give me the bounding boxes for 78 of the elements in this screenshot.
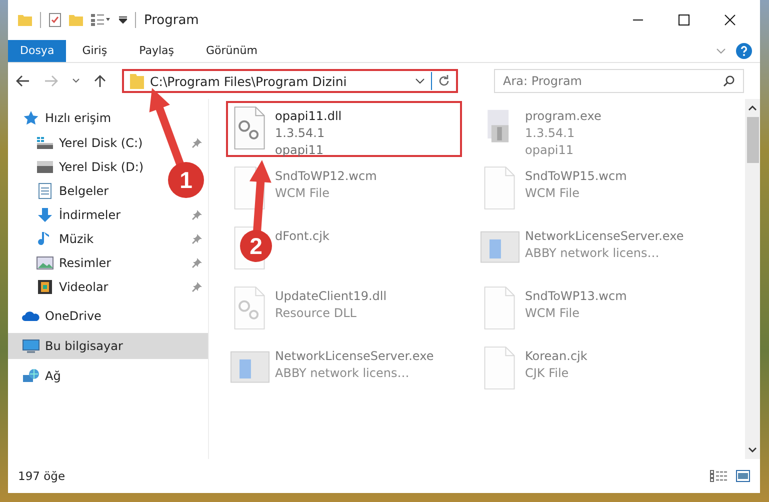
window-title: Program — [144, 12, 199, 28]
download-icon — [36, 207, 54, 223]
film-icon — [36, 279, 54, 295]
file-detail: 1.3.54.1 — [525, 125, 576, 142]
callout-number: 1 — [180, 167, 192, 193]
file-tab[interactable]: Dosya — [8, 40, 66, 62]
callout-number: 2 — [250, 233, 262, 259]
sidebar-item[interactable]: Bu bilgisayar — [8, 333, 208, 359]
sidebar-item[interactable]: Yerel Disk (C:) — [59, 136, 143, 150]
document-icon — [36, 183, 54, 199]
network-icon — [22, 368, 40, 384]
item-count: 197 öğe — [18, 469, 66, 483]
file-name[interactable]: SndToWP13.wcm — [525, 288, 627, 305]
ribbon-tab[interactable]: Görünüm — [190, 40, 274, 62]
file-detail: Resource DLL — [275, 305, 358, 322]
address-field[interactable]: C:\Program Files\Program Dizini — [122, 69, 458, 93]
up-icon[interactable] — [94, 74, 106, 88]
sidebar-item[interactable]: Resimler — [59, 256, 112, 270]
file-name[interactable]: Korean.cjk — [525, 348, 588, 365]
sidebar-item[interactable]: Belgeler — [59, 184, 109, 198]
pin-icon[interactable] — [192, 210, 202, 220]
file-name[interactable]: NetworkLicenseServer.exe — [275, 348, 434, 365]
file-detail: WCM File — [525, 185, 580, 202]
file-detail: 1.3.54.1 — [275, 125, 326, 142]
file-name[interactable]: dFont.cjk — [275, 228, 330, 245]
details-view-icon[interactable] — [710, 470, 728, 482]
pin-icon[interactable] — [192, 234, 202, 244]
file-detail: opapi11 — [525, 142, 575, 159]
sidebar-item[interactable]: Ağ — [8, 363, 208, 389]
file-detail: ABBY network licens… — [275, 365, 410, 382]
dropdown-icon[interactable] — [415, 78, 425, 84]
file-detail: ABBY network licens… — [525, 245, 660, 262]
file-detail: CJK File — [525, 365, 570, 382]
sidebar-item[interactable]: Hızlı erişim — [8, 105, 208, 131]
scrollbar[interactable] — [745, 99, 760, 459]
pin-icon[interactable] — [192, 138, 202, 148]
maximize-icon[interactable] — [678, 14, 690, 26]
sidebar-item[interactable]: İndirmeler — [59, 208, 121, 222]
search-icon — [723, 75, 735, 87]
thumbnail-view-icon[interactable] — [736, 470, 750, 482]
pin-icon[interactable] — [192, 282, 202, 292]
monitor-icon — [22, 338, 40, 354]
pin-icon[interactable] — [192, 258, 202, 268]
ribbon-tab[interactable]: Giriş — [66, 40, 124, 62]
address-path: C:\Program Files\Program Dizini — [150, 74, 348, 88]
file-detail: WCM File — [275, 185, 330, 202]
view-options-icon[interactable] — [91, 14, 111, 26]
forward-icon[interactable] — [44, 75, 58, 87]
file-detail: opapi11 — [275, 142, 325, 159]
scroll-up-icon[interactable] — [748, 105, 757, 111]
chevron-icon[interactable] — [716, 48, 726, 54]
sidebar-item[interactable]: Yerel Disk (D:) — [59, 160, 144, 174]
ribbon-tab[interactable]: Paylaş — [123, 40, 190, 62]
refresh-icon[interactable] — [438, 75, 450, 87]
search-field[interactable]: Ara: Program — [494, 69, 744, 93]
star-icon — [22, 110, 40, 126]
recent-icon[interactable] — [72, 78, 80, 84]
scroll-thumb[interactable] — [746, 117, 758, 163]
sidebar-item[interactable]: Videolar — [59, 280, 108, 294]
back-icon[interactable] — [16, 75, 30, 87]
sidebar-item[interactable]: Müzik — [59, 232, 94, 246]
drive-win-icon — [36, 135, 54, 151]
dropdown-icon[interactable] — [119, 16, 127, 24]
drive-icon — [36, 159, 54, 175]
help-icon[interactable] — [736, 43, 752, 59]
file-detail: WCM File — [525, 305, 580, 322]
properties-icon[interactable] — [49, 13, 61, 27]
file-name[interactable]: opapi11.dll — [275, 108, 342, 125]
folder-icon — [130, 73, 144, 89]
file-name[interactable]: SndToWP15.wcm — [525, 168, 627, 185]
file-name[interactable]: UpdateClient19.dll — [275, 288, 387, 305]
close-icon[interactable] — [724, 14, 736, 26]
file-name[interactable]: program.exe — [525, 108, 602, 125]
file-name[interactable]: NetworkLicenseServer.exe — [525, 228, 684, 245]
scroll-down-icon[interactable] — [748, 447, 757, 453]
sidebar-item[interactable]: OneDrive — [8, 303, 208, 329]
image-icon — [36, 255, 54, 271]
file-name[interactable]: SndToWP12.wcm — [275, 168, 377, 185]
